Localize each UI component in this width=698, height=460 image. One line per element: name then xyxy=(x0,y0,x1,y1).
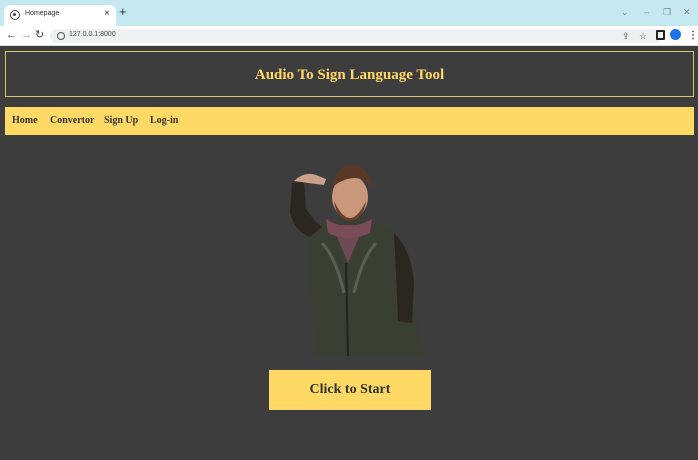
side-panel-icon[interactable] xyxy=(656,30,665,40)
forward-icon[interactable]: → xyxy=(21,29,32,42)
browser-tabstrip: Homepage × + ⌄ – ❐ ✕ xyxy=(0,0,698,26)
site-header: Audio To Sign Language Tool xyxy=(5,51,694,97)
page-title: Audio To Sign Language Tool xyxy=(254,67,445,83)
tab-search-icon[interactable]: ⌄ xyxy=(621,7,629,17)
close-window-button[interactable]: ✕ xyxy=(683,7,691,17)
sign-avatar-image xyxy=(290,165,424,356)
back-icon[interactable]: ← xyxy=(6,29,17,42)
bookmark-star-icon[interactable]: ☆ xyxy=(639,29,647,43)
main-navbar: Home Convertor Sign Up Log-in xyxy=(5,107,694,135)
browser-tab[interactable]: Homepage × xyxy=(4,5,116,26)
url-text: 127.0.0.1:8000 xyxy=(69,31,116,38)
tab-close-icon[interactable]: × xyxy=(104,8,110,20)
nav-signup-link[interactable]: Sign Up xyxy=(104,107,138,135)
kebab-menu-icon[interactable]: ⋮ xyxy=(688,29,698,42)
site-info-icon[interactable] xyxy=(57,32,65,40)
globe-icon xyxy=(10,10,20,20)
browser-toolbar: ← → ↻ 127.0.0.1:8000 ⇪ ☆ ⋮ xyxy=(0,26,698,46)
start-button[interactable]: Click to Start xyxy=(269,370,431,410)
share-icon[interactable]: ⇪ xyxy=(622,29,630,43)
nav-home-link[interactable]: Home xyxy=(12,107,38,135)
nav-login-link[interactable]: Log-in xyxy=(150,107,178,135)
new-tab-button[interactable]: + xyxy=(119,5,127,18)
nav-convertor-link[interactable]: Convertor xyxy=(50,107,94,135)
maximize-button[interactable]: ❐ xyxy=(663,7,671,17)
reload-icon[interactable]: ↻ xyxy=(35,29,44,42)
minimize-button[interactable]: – xyxy=(644,7,649,17)
page-viewport: Audio To Sign Language Tool Home Convert… xyxy=(0,46,698,460)
profile-avatar-icon[interactable] xyxy=(670,29,681,40)
tab-title: Homepage xyxy=(25,10,60,17)
address-bar[interactable]: 127.0.0.1:8000 ⇪ ☆ xyxy=(50,29,662,43)
